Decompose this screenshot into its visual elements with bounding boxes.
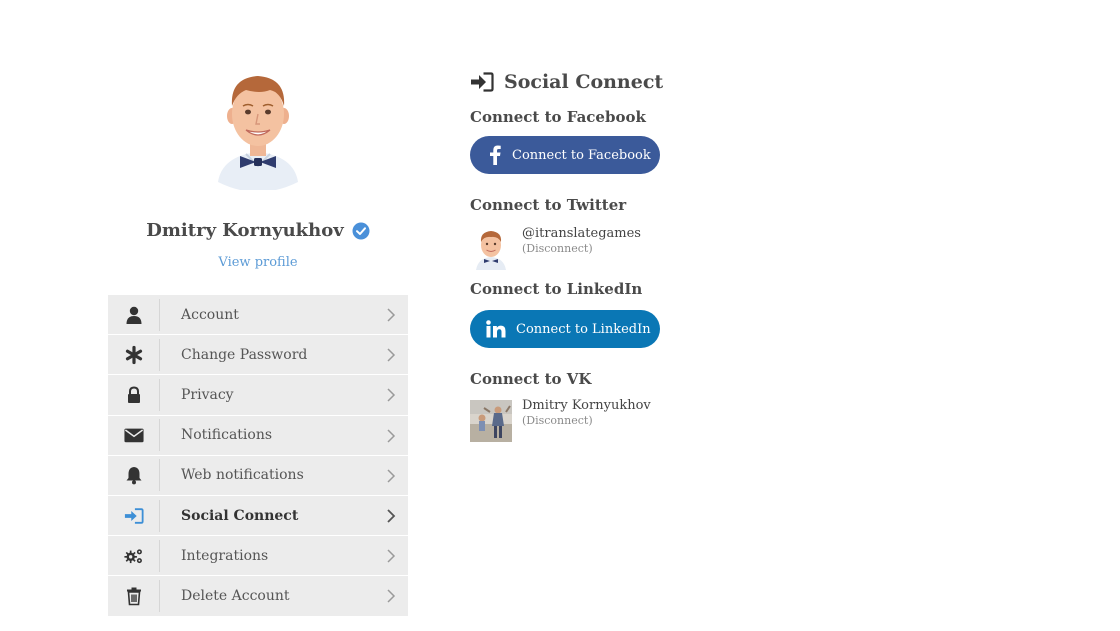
social-connect-panel: Social Connect Connect to Facebook Conne… — [470, 68, 850, 442]
menu-item-delete-account[interactable]: Delete Account — [108, 576, 408, 617]
chevron-right-icon — [387, 469, 396, 483]
profile-card: Dmitry Kornyukhov View profile — [108, 70, 408, 270]
menu-item-notifications[interactable]: Notifications — [108, 415, 408, 456]
menu-item-change-password[interactable]: Change Password — [108, 335, 408, 376]
menu-item-integrations[interactable]: Integrations — [108, 536, 408, 577]
chevron-right-icon — [387, 549, 396, 563]
gears-icon — [123, 549, 142, 563]
vk-account: Dmitry Kornyukhov (Disconnect) — [470, 398, 850, 442]
menu-label: Delete Account — [181, 587, 290, 604]
menu-item-social-connect[interactable]: Social Connect — [108, 495, 408, 537]
page-title-text: Social Connect — [504, 71, 664, 93]
bell-icon — [126, 467, 141, 485]
menu-item-account[interactable]: Account — [108, 295, 408, 336]
twitter-avatar — [470, 228, 512, 270]
twitter-heading: Connect to Twitter — [470, 196, 627, 214]
connect-facebook-label: Connect to Facebook — [512, 147, 651, 163]
vk-avatar-photo — [470, 400, 512, 442]
chevron-right-icon — [387, 308, 396, 322]
connect-linkedin-button[interactable]: Connect to LinkedIn — [470, 310, 660, 348]
menu-label: Social Connect — [181, 507, 299, 524]
facebook-heading: Connect to Facebook — [470, 108, 646, 126]
verified-badge-icon — [352, 222, 370, 239]
menu-item-privacy[interactable]: Privacy — [108, 375, 408, 416]
connect-facebook-button[interactable]: Connect to Facebook — [470, 136, 660, 174]
chevron-right-icon — [387, 388, 396, 402]
menu-label: Change Password — [181, 346, 308, 363]
menu-label: Web notifications — [181, 467, 304, 484]
user-name: Dmitry Kornyukhov — [146, 220, 344, 241]
user-icon — [126, 306, 141, 324]
menu-item-web-notifications[interactable]: Web notifications — [108, 455, 408, 496]
vk-disconnect-link[interactable]: (Disconnect) — [522, 414, 651, 427]
menu-label: Integrations — [181, 547, 269, 564]
twitter-account: @itranslategames (Disconnect) — [470, 226, 850, 270]
chevron-right-icon — [387, 509, 396, 523]
trash-icon — [126, 587, 141, 606]
menu-label: Notifications — [181, 427, 273, 444]
chevron-right-icon — [387, 589, 396, 603]
envelope-icon — [123, 428, 144, 443]
linkedin-icon — [486, 320, 506, 338]
asterisk-icon — [125, 345, 142, 364]
sign-in-icon — [471, 72, 494, 92]
lock-icon — [127, 386, 140, 403]
connect-linkedin-label: Connect to LinkedIn — [516, 321, 651, 337]
twitter-disconnect-link[interactable]: (Disconnect) — [522, 242, 641, 255]
twitter-handle: @itranslategames — [522, 226, 641, 241]
menu-label: Account — [181, 306, 239, 323]
vk-account-name: Dmitry Kornyukhov — [522, 398, 651, 413]
user-avatar — [218, 76, 298, 190]
linkedin-heading: Connect to LinkedIn — [470, 280, 643, 298]
page-title: Social Connect — [470, 68, 850, 96]
settings-menu: Account Change Password Privacy Notifica… — [108, 295, 408, 617]
chevron-right-icon — [387, 348, 396, 362]
menu-label: Privacy — [181, 386, 234, 403]
sign-in-icon — [124, 507, 144, 524]
facebook-icon — [490, 145, 501, 165]
chevron-right-icon — [387, 429, 396, 443]
vk-heading: Connect to VK — [470, 370, 592, 388]
view-profile-link[interactable]: View profile — [218, 255, 297, 270]
